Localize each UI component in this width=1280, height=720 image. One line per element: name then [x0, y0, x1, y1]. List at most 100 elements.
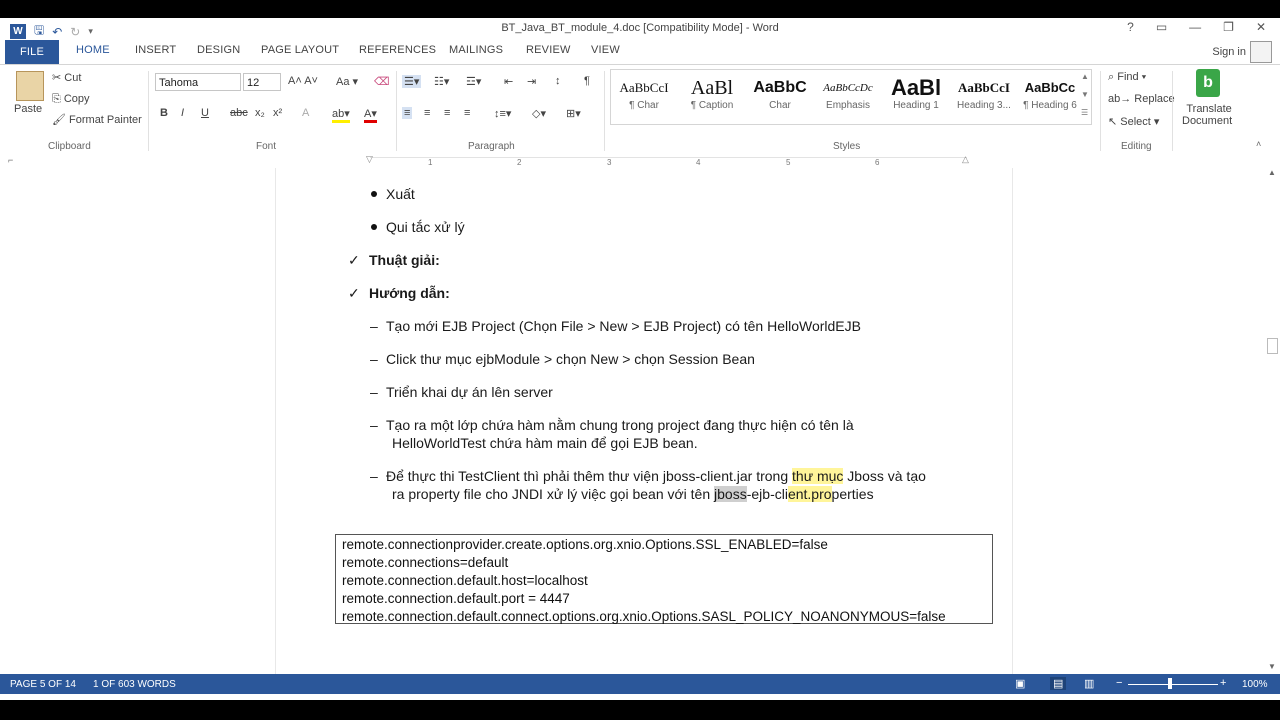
- multilevel-list-icon[interactable]: ☲▾: [466, 75, 481, 88]
- horizontal-ruler[interactable]: ⌐ 1 2 3 4 5 6 ▽ △: [0, 154, 1280, 169]
- format-painter-button[interactable]: 🖌 Format Painter: [52, 113, 142, 126]
- text-effects-icon[interactable]: A: [302, 107, 309, 119]
- find-button[interactable]: ⌕ Find ▾: [1108, 71, 1146, 84]
- code-textbox[interactable]: remote.connectionprovider.create.options…: [335, 534, 993, 624]
- avatar[interactable]: [1250, 41, 1272, 63]
- dash-marker: –: [370, 318, 378, 334]
- ruler-number: 6: [875, 158, 880, 167]
- tab-mailings[interactable]: MAILINGS: [449, 44, 503, 56]
- font-color-icon[interactable]: A▾: [364, 107, 377, 123]
- style-heading-6[interactable]: AaBbCc ¶ Heading 6: [1017, 70, 1083, 124]
- numbering-icon[interactable]: ☷▾: [434, 75, 449, 88]
- tab-insert[interactable]: INSERT: [135, 44, 176, 56]
- change-case-icon[interactable]: Aa ▾: [336, 75, 358, 88]
- highlight-icon[interactable]: ab▾: [332, 107, 350, 123]
- superscript-icon[interactable]: x²: [273, 107, 282, 119]
- borders-icon[interactable]: ⊞▾: [566, 107, 581, 120]
- style-char-2[interactable]: AaBbC Char: [747, 70, 813, 124]
- italic-icon[interactable]: I: [181, 107, 184, 119]
- collapse-ribbon-icon[interactable]: ˄: [1256, 139, 1261, 149]
- ribbon-tabs: FILE HOME INSERT DESIGN PAGE LAYOUT REFE…: [0, 40, 1280, 64]
- align-right-icon[interactable]: ≡: [444, 107, 450, 119]
- styles-scroll-down-icon[interactable]: ▼: [1081, 90, 1089, 99]
- tab-design[interactable]: DESIGN: [197, 44, 240, 56]
- style-char[interactable]: AaBbCcI ¶ Char: [611, 70, 677, 124]
- indent-marker-icon[interactable]: ▽: [366, 154, 373, 165]
- style-caption[interactable]: AaBl ¶ Caption: [679, 70, 745, 124]
- cursor-icon: ↖: [1108, 116, 1121, 128]
- tab-references[interactable]: REFERENCES: [359, 44, 436, 56]
- scroll-thumb[interactable]: [1267, 338, 1278, 354]
- zoom-slider-thumb[interactable]: [1168, 678, 1172, 689]
- status-bar: PAGE 5 OF 14 1 OF 603 WORDS ▣ ▤ ▥ − + 10…: [0, 674, 1280, 694]
- sort-icon[interactable]: ↕: [555, 75, 561, 87]
- clear-formatting-icon[interactable]: ⌫: [374, 75, 390, 88]
- align-left-icon[interactable]: ≡: [402, 107, 413, 119]
- bold-icon[interactable]: B: [160, 107, 168, 119]
- justify-icon[interactable]: ≡: [464, 107, 470, 119]
- ribbon-display-options-button[interactable]: ▭: [1156, 20, 1167, 34]
- zoom-out-button[interactable]: −: [1116, 677, 1122, 689]
- replace-button[interactable]: ab→ Replace: [1108, 93, 1175, 105]
- style-name: ¶ Heading 6: [1023, 100, 1077, 111]
- show-marks-icon[interactable]: ¶: [584, 75, 590, 87]
- tab-file[interactable]: FILE: [5, 40, 59, 64]
- strikethrough-icon[interactable]: abc: [230, 107, 248, 119]
- tab-selector-icon[interactable]: ⌐: [8, 155, 13, 165]
- tab-view[interactable]: VIEW: [591, 44, 620, 56]
- sign-in-link[interactable]: Sign in: [1212, 46, 1246, 58]
- subscript-icon[interactable]: x₂: [255, 107, 265, 119]
- scroll-down-icon[interactable]: ▼: [1268, 662, 1276, 671]
- dash-item: Triển khai dự án lên server: [386, 384, 553, 400]
- tab-home[interactable]: HOME: [76, 44, 110, 56]
- styles-scroll-up-icon[interactable]: ▲: [1081, 72, 1089, 81]
- window-title: BT_Java_BT_module_4.doc [Compatibility M…: [501, 22, 779, 34]
- web-layout-icon[interactable]: ▥: [1084, 677, 1094, 690]
- increase-indent-icon[interactable]: ⇥: [527, 75, 536, 88]
- restore-button[interactable]: ❐: [1223, 20, 1234, 34]
- zoom-level[interactable]: 100%: [1242, 679, 1268, 690]
- read-mode-icon[interactable]: ▣: [1015, 677, 1025, 690]
- word-count[interactable]: 1 OF 603 WORDS: [93, 679, 176, 690]
- cut-button[interactable]: ✂ Cut: [52, 71, 81, 84]
- zoom-in-button[interactable]: +: [1220, 677, 1226, 689]
- text-run: ra property file cho JNDI xử lý việc gọi…: [392, 486, 715, 502]
- check-item: Hướng dẫn:: [369, 285, 450, 301]
- translate-document-button[interactable]: Translate Document: [1182, 103, 1232, 127]
- style-heading-1[interactable]: AaBl Heading 1: [883, 70, 949, 124]
- page-indicator[interactable]: PAGE 5 OF 14: [10, 679, 76, 690]
- decrease-indent-icon[interactable]: ⇤: [504, 75, 513, 88]
- copy-button[interactable]: ⎘ Copy: [52, 93, 90, 106]
- translate-icon[interactable]: b: [1196, 69, 1220, 97]
- select-button[interactable]: ↖ Select ▾: [1108, 115, 1159, 128]
- style-heading-3[interactable]: AaBbCcI Heading 3...: [951, 70, 1017, 124]
- copy-label: Copy: [63, 93, 90, 105]
- vertical-scrollbar[interactable]: ▲ ▼: [1264, 168, 1280, 674]
- tab-page-layout[interactable]: PAGE LAYOUT: [261, 44, 339, 56]
- print-layout-icon[interactable]: ▤: [1050, 677, 1067, 690]
- close-button[interactable]: ✕: [1256, 20, 1266, 34]
- line-spacing-icon[interactable]: ↕≡▾: [494, 107, 511, 120]
- separator: [148, 71, 149, 151]
- style-emphasis[interactable]: AaBbCcDc Emphasis: [815, 70, 881, 124]
- highlighted-text: thư mục: [792, 468, 844, 484]
- grow-shrink-font-icons[interactable]: A˄ A˅: [288, 75, 318, 87]
- align-center-icon[interactable]: ≡: [424, 107, 430, 119]
- minimize-button[interactable]: —: [1189, 20, 1201, 34]
- zoom-slider[interactable]: [1128, 684, 1218, 685]
- font-size-select[interactable]: 12: [243, 73, 281, 91]
- scroll-up-icon[interactable]: ▲: [1268, 168, 1276, 177]
- document-area[interactable]: Xuất Qui tắc xử lý ✓ Thuật giải: ✓ Hướng…: [0, 168, 1264, 674]
- paste-icon[interactable]: [16, 71, 44, 101]
- help-button[interactable]: ?: [1127, 20, 1134, 34]
- underline-icon[interactable]: U: [201, 107, 209, 119]
- shading-icon[interactable]: ◇▾: [532, 107, 546, 120]
- style-preview: AaBl: [890, 76, 942, 100]
- cut-label: Cut: [64, 72, 82, 84]
- font-family-select[interactable]: Tahoma: [155, 73, 241, 91]
- right-indent-marker-icon[interactable]: △: [962, 154, 969, 165]
- tab-review[interactable]: REVIEW: [526, 44, 571, 56]
- styles-more-icon[interactable]: ☰: [1081, 108, 1088, 117]
- paste-button[interactable]: Paste: [14, 103, 42, 115]
- bullets-icon[interactable]: ☰▾: [402, 75, 422, 88]
